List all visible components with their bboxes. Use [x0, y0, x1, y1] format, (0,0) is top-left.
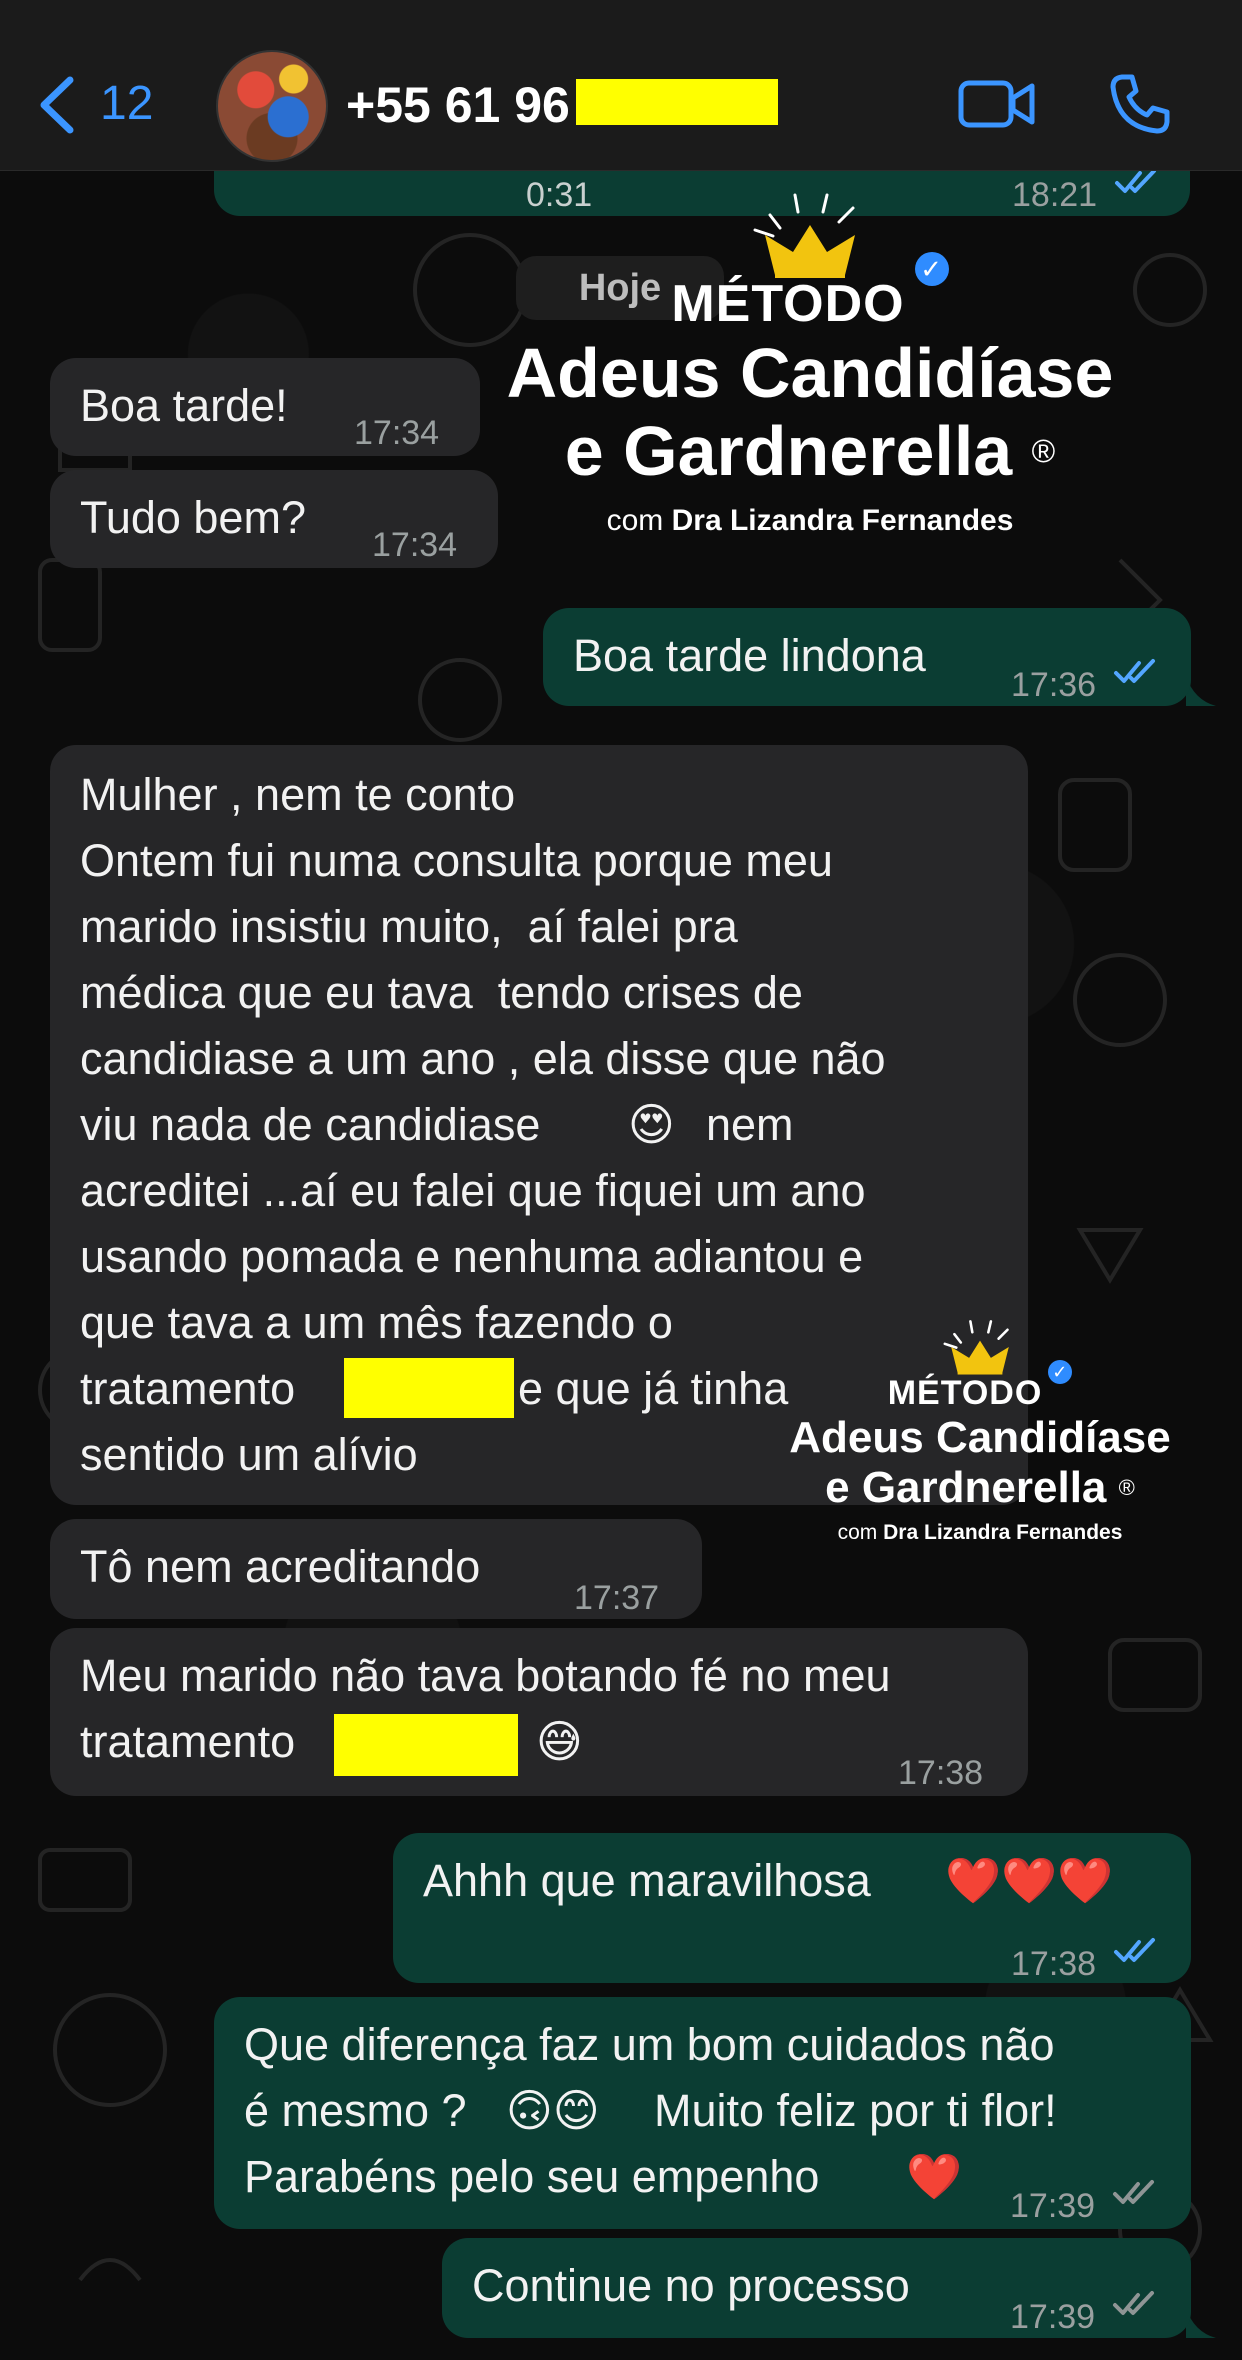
message-text: Boa tarde lindona [573, 630, 926, 681]
watermark-line2: Adeus Candidíase [789, 1413, 1171, 1462]
message-line: é mesmo ? [244, 2085, 467, 2136]
outgoing-message[interactable]: Ahhh que maravilhosa ❤️❤️❤️ 17:38 [393, 1833, 1191, 1983]
message-text: Tudo bem? [80, 492, 306, 543]
emoji: 😍 [628, 1098, 675, 1151]
registered-mark: ® [1118, 1475, 1135, 1500]
double-check-icon [1114, 1938, 1155, 1962]
emoji: ❤️❤️❤️ [945, 1854, 1114, 1907]
message-line: que tava a um mês fazendo o [80, 1297, 673, 1348]
watermark-line1: MÉTODO [671, 275, 905, 333]
message-line: viu nada de candidiase [80, 1099, 541, 1150]
message-line: médica que eu tava tendo crises de [80, 967, 803, 1018]
message-time: 17:36 [1011, 666, 1097, 704]
double-check-icon [1113, 2180, 1154, 2204]
message-line: candidiase a um ano , ela disse que não [80, 1033, 886, 1084]
registered-mark: ® [1031, 433, 1056, 469]
avatar[interactable] [216, 50, 328, 162]
message-line: sentido um alívio [80, 1429, 418, 1480]
message-line: Mulher , nem te conto [80, 769, 516, 820]
outgoing-message[interactable]: Boa tarde lindona 17:36 [543, 608, 1191, 706]
message-line: marido insistiu muito, aí falei pra [80, 901, 738, 952]
message-time: 17:38 [898, 1754, 984, 1792]
watermark-line1: MÉTODO [887, 1374, 1043, 1412]
incoming-message[interactable]: Tudo bem? 17:34 [50, 470, 498, 568]
phone-icon[interactable] [1108, 72, 1172, 136]
chevron-left-icon[interactable] [34, 74, 80, 136]
message-text: Continue no processo [472, 2260, 910, 2311]
message-line: Que diferença faz um bom cuidados não [244, 2019, 1055, 2070]
outgoing-message[interactable]: Que diferença faz um bom cuidados não é … [214, 1997, 1191, 2229]
redaction-box [344, 1358, 514, 1418]
watermark-prefix: com [837, 1521, 878, 1544]
message-line: tratamento [80, 1716, 296, 1767]
message-line: Meu marido não tava botando fé no meu [80, 1650, 891, 1701]
watermark-line3: e Gardnerella [564, 412, 1013, 490]
watermark-logo: MÉTODO ✓ Adeus Candidíase e Gardnerella ®… [460, 190, 1160, 538]
message-line: Parabéns pelo seu empenho [244, 2151, 820, 2202]
message-time: 17:37 [574, 1579, 660, 1617]
watermark-logo: MÉTODO✓ Adeus Candidíase e Gardnerella ®… [740, 1318, 1220, 1545]
chat-header: 12 +55 61 96 [0, 0, 1242, 171]
redaction-box [334, 1714, 518, 1776]
watermark-author: Dra Lizandra Fernandes [883, 1521, 1123, 1544]
incoming-message[interactable]: Meu marido não tava botando fé no meu tr… [50, 1628, 1028, 1796]
watermark-line3: e Gardnerella [825, 1463, 1107, 1512]
message-line: nem [706, 1099, 794, 1150]
incoming-message[interactable]: Boa tarde! 17:34 [50, 358, 480, 456]
redaction-box [576, 79, 778, 125]
emoji: ❤️ [906, 2150, 963, 2203]
watermark-line2: Adeus Candidíase [506, 334, 1114, 412]
double-check-icon [1113, 2291, 1154, 2315]
outgoing-message[interactable]: Continue no processo 17:39 [442, 2238, 1191, 2338]
video-camera-icon[interactable] [958, 78, 1036, 130]
message-time: 17:34 [354, 414, 440, 452]
emoji: 😅 [536, 1715, 583, 1768]
message-time: 17:34 [372, 526, 458, 564]
message-text: Tô nem acreditando [80, 1541, 481, 1592]
message-time: 17:38 [1011, 1945, 1097, 1983]
message-line: Muito feliz por ti flor! [654, 2085, 1057, 2136]
message-line: usando pomada e nenhuma adiantou e [80, 1231, 864, 1282]
unread-count[interactable]: 12 [100, 76, 153, 131]
message-line: acreditei ...aí eu falei que fiquei um a… [80, 1165, 866, 1216]
double-check-icon [1114, 659, 1155, 683]
message-line: Ontem fui numa consulta porque meu [80, 835, 833, 886]
message-text: Boa tarde! [80, 380, 288, 431]
verified-badge-icon: ✓ [1048, 1360, 1073, 1384]
message-time: 17:39 [1010, 2187, 1096, 2225]
incoming-message[interactable]: Tô nem acreditando 17:37 [50, 1519, 702, 1619]
verified-badge-icon: ✓ [914, 252, 949, 286]
message-line: tratamento [80, 1363, 296, 1414]
crown-icon [753, 193, 855, 278]
message-time: 17:39 [1010, 2298, 1096, 2336]
watermark-author: Dra Lizandra Fernandes [671, 504, 1014, 537]
contact-name[interactable]: +55 61 96 [346, 76, 570, 134]
message-text: Ahhh que maravilhosa [423, 1855, 871, 1906]
crown-icon [943, 1320, 1009, 1375]
watermark-prefix: com [606, 504, 664, 537]
emoji: 🙃😊 [506, 2084, 600, 2137]
